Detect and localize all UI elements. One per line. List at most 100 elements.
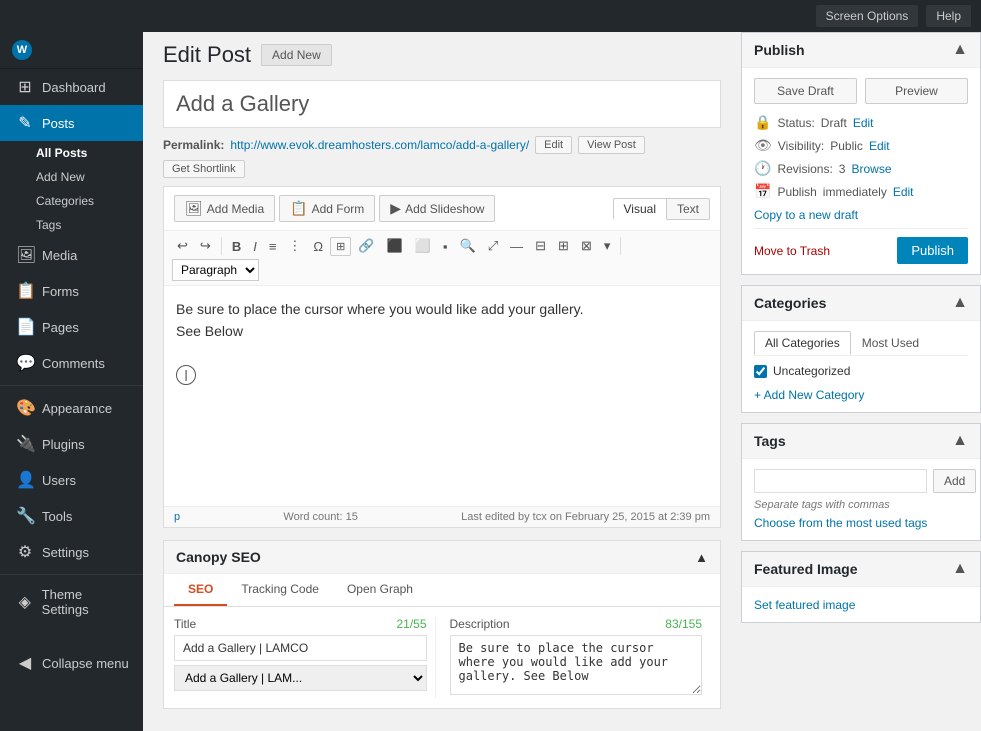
seo-desc-textarea[interactable]: Be sure to place the cursor where you wo… (450, 635, 703, 695)
sidebar-item-label-collapse: Collapse menu (42, 656, 129, 671)
sidebar-item-dashboard[interactable]: ⊞ Dashboard (0, 69, 143, 105)
screen-options-button[interactable]: Screen Options (816, 5, 919, 27)
sidebar-sub-add-new[interactable]: Add New (12, 165, 143, 189)
sidebar-item-appearance[interactable]: 🎨 Appearance (0, 390, 143, 426)
sidebar-item-pages[interactable]: 📄 Pages (0, 309, 143, 345)
seo-meta-select[interactable]: Add a Gallery | LAM... (174, 665, 427, 691)
preview-button[interactable]: Preview (865, 78, 968, 104)
sidebar-sub-all-posts[interactable]: All Posts (12, 141, 143, 165)
seo-panel-header[interactable]: Canopy SEO ▲ (164, 541, 720, 574)
more-button[interactable]: ▾ (599, 235, 616, 257)
help-button[interactable]: Help (926, 5, 971, 27)
post-title-input[interactable] (164, 81, 720, 127)
visibility-edit-link[interactable]: Edit (869, 139, 890, 153)
move-to-trash-link[interactable]: Move to Trash (754, 244, 830, 258)
publish-box-header[interactable]: Publish ▲ (742, 33, 980, 68)
view-post-button[interactable]: View Post (578, 136, 645, 154)
italic-button[interactable]: I (248, 236, 262, 257)
category-checkbox-uncategorized[interactable] (754, 365, 767, 378)
tags-input-row: Add (754, 469, 968, 493)
forms-icon: 📋 (16, 281, 34, 301)
seo-title-input[interactable] (174, 635, 427, 661)
cat-tab-all[interactable]: All Categories (754, 331, 851, 355)
sidebar-item-theme-settings[interactable]: ◈ Theme Settings (0, 579, 143, 625)
sidebar-item-collapse[interactable]: ◀ Collapse menu (0, 645, 143, 681)
sidebar-item-comments[interactable]: 💬 Comments (0, 345, 143, 381)
sidebar-item-label-settings: Settings (42, 545, 89, 560)
seo-tab-seo[interactable]: SEO (174, 574, 227, 606)
sidebar-item-plugins[interactable]: 🔌 Plugins (0, 426, 143, 462)
table2-button[interactable]: ⊞ (553, 235, 574, 257)
ul-button[interactable]: ≡ (264, 236, 282, 257)
permalink-edit-button[interactable]: Edit (535, 136, 572, 154)
get-shortlink-button[interactable]: Get Shortlink (163, 160, 245, 178)
sidebar-item-label-forms: Forms (42, 284, 79, 299)
special-char-button[interactable]: Ω (308, 236, 328, 257)
revisions-browse-link[interactable]: Browse (851, 162, 891, 176)
indent-button[interactable]: ⊞ (330, 237, 351, 256)
paragraph-format-select[interactable]: Paragraph (172, 259, 259, 281)
publish-box-content: Save Draft Preview 🔒 Status: Draft Edit … (742, 68, 980, 274)
table3-button[interactable]: ⊠ (576, 235, 597, 257)
theme-settings-icon: ◈ (16, 592, 34, 612)
sidebar-item-media[interactable]: 🖼 Media (0, 237, 143, 273)
editor-path-link[interactable]: p (174, 511, 180, 523)
fullscreen-button[interactable]: ⤢ (483, 235, 503, 257)
cat-tab-most-used[interactable]: Most Used (851, 331, 930, 355)
visual-tab[interactable]: Visual (613, 198, 667, 220)
add-new-category-link[interactable]: + Add New Category (754, 388, 864, 402)
seo-tab-tracking[interactable]: Tracking Code (227, 574, 333, 606)
featured-image-collapse-icon: ▲ (952, 560, 968, 578)
cursor-indicator (176, 365, 196, 385)
add-tag-button[interactable]: Add (933, 469, 976, 493)
align-left-button[interactable]: ⬛ (382, 235, 408, 257)
seo-tab-open-graph[interactable]: Open Graph (333, 574, 427, 606)
status-icon: 🔒 (754, 114, 771, 131)
categories-box-header[interactable]: Categories ▲ (742, 286, 980, 321)
hr-button[interactable]: — (505, 236, 528, 257)
ol-button[interactable]: ⋮ (283, 235, 306, 257)
undo-button[interactable]: ↩ (172, 235, 193, 257)
add-new-button[interactable]: Add New (261, 44, 332, 66)
save-draft-button[interactable]: Save Draft (754, 78, 857, 104)
choose-tags-link[interactable]: Choose from the most used tags (754, 516, 927, 530)
seo-title-field: Title 21/55 Add a Gallery | LAM... (174, 617, 435, 698)
sidebar-item-forms[interactable]: 📋 Forms (0, 273, 143, 309)
permalink-row: Permalink: http://www.evok.dreamhosters.… (163, 136, 721, 154)
status-edit-link[interactable]: Edit (853, 116, 874, 130)
publish-button[interactable]: Publish (897, 237, 968, 264)
tags-box-header[interactable]: Tags ▲ (742, 424, 980, 459)
editor-format-bar: ↩ ↪ B I ≡ ⋮ Ω ⊞ 🔗 ⬛ ⬜ ▪ 🔍 ⤢ — ⊟ (164, 231, 720, 286)
redo-button[interactable]: ↪ (195, 235, 216, 257)
visual-text-tabs: Visual Text (613, 198, 710, 220)
sidebar-sub-tags[interactable]: Tags (12, 213, 143, 237)
sidebar-item-posts[interactable]: ✎ Posts (0, 105, 143, 141)
sidebar-item-tools[interactable]: 🔧 Tools (0, 498, 143, 534)
align-right-button[interactable]: ▪ (438, 236, 453, 257)
add-form-icon: 📋 (290, 200, 307, 217)
set-featured-image-link[interactable]: Set featured image (754, 598, 855, 612)
add-slideshow-button[interactable]: ▶ Add Slideshow (379, 195, 495, 222)
sidebar-item-label-users: Users (42, 473, 76, 488)
link-button[interactable]: 🔗 (353, 235, 379, 257)
copy-draft-link[interactable]: Copy to a new draft (754, 208, 968, 222)
sidebar-item-settings[interactable]: ⚙ Settings (0, 534, 143, 570)
bold-button[interactable]: B (227, 236, 246, 257)
permalink-url[interactable]: http://www.evok.dreamhosters.com/lamco/a… (230, 138, 529, 152)
visibility-row: 👁 Visibility: Public Edit (754, 137, 968, 154)
tags-input[interactable] (754, 469, 927, 493)
editor-content[interactable]: Be sure to place the cursor where you wo… (164, 286, 720, 506)
align-center-button[interactable]: ⬜ (410, 235, 436, 257)
add-form-button[interactable]: 📋 Add Form (279, 195, 375, 222)
search-button[interactable]: 🔍 (455, 235, 481, 257)
publish-time-edit-link[interactable]: Edit (893, 185, 914, 199)
sidebar-item-users[interactable]: 👤 Users (0, 462, 143, 498)
text-tab[interactable]: Text (667, 198, 710, 220)
categories-box: Categories ▲ All Categories Most Used Un… (741, 285, 981, 413)
sidebar-sub-categories[interactable]: Categories (12, 189, 143, 213)
table1-button[interactable]: ⊟ (530, 235, 551, 257)
featured-image-box-header[interactable]: Featured Image ▲ (742, 552, 980, 587)
word-count-label: Word count: (283, 511, 342, 523)
add-media-button[interactable]: 🖼 Add Media (174, 195, 275, 222)
publish-footer: Move to Trash Publish (754, 228, 968, 264)
